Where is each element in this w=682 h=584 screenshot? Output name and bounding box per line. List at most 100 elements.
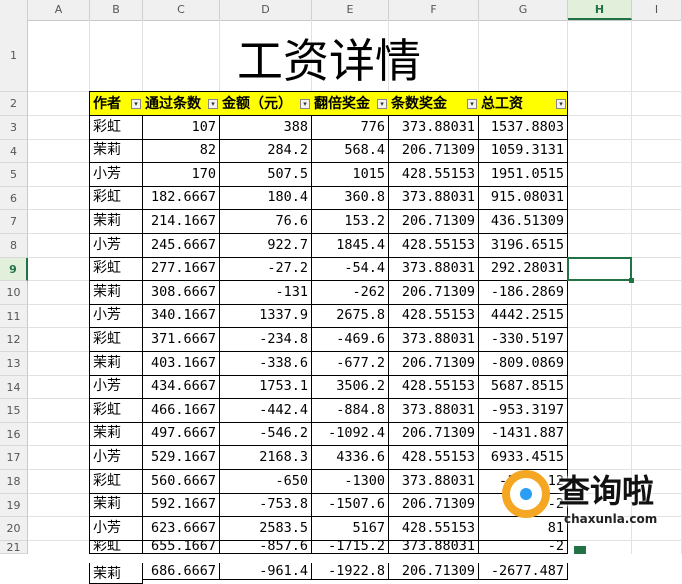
table-cell[interactable]: 170 — [142, 162, 220, 187]
table-cell[interactable]: 428.55153 — [388, 375, 479, 399]
table-cell[interactable]: -330.5197 — [478, 327, 568, 352]
table-cell[interactable]: 373.88031 — [388, 186, 479, 210]
table-cell[interactable]: -131 — [219, 280, 312, 305]
row-header-10[interactable]: 10 — [0, 281, 28, 305]
row-header-12[interactable]: 12 — [0, 328, 28, 352]
table-cell[interactable]: -953.3197 — [478, 398, 568, 423]
table-cell[interactable]: 388 — [219, 115, 312, 140]
table-cell[interactable]: 茉莉 — [89, 280, 143, 305]
table-cell[interactable]: 277.1667 — [142, 257, 220, 281]
table-cell[interactable]: 彩虹 — [89, 398, 143, 423]
row-header-19[interactable]: 19 — [0, 494, 28, 517]
table-cell[interactable]: -1507.6 — [311, 493, 389, 517]
table-cell[interactable]: -753.8 — [219, 493, 312, 517]
table-cell[interactable]: 182.6667 — [142, 186, 220, 210]
row-header-3[interactable]: 3 — [0, 116, 28, 140]
table-cell[interactable]: 茉莉 — [89, 563, 143, 584]
column-header-A[interactable]: A — [28, 0, 90, 20]
table-cell[interactable]: 568.4 — [311, 139, 389, 163]
table-cell[interactable]: 彩虹 — [89, 115, 143, 140]
row-header-13[interactable]: 13 — [0, 352, 28, 376]
table-cell[interactable]: 5167 — [311, 516, 389, 541]
row-header-20[interactable]: 20 — [0, 517, 28, 541]
column-title-cell[interactable]: 作者 ▾ — [89, 91, 143, 116]
table-cell[interactable]: 686.6667 — [142, 563, 220, 580]
table-cell[interactable]: 彩虹 — [89, 540, 143, 554]
column-header-I[interactable]: I — [632, 0, 682, 20]
table-cell[interactable]: 茉莉 — [89, 209, 143, 234]
table-cell[interactable]: 206.71309 — [388, 351, 479, 376]
row-header-2[interactable]: 2 — [0, 92, 28, 116]
table-cell[interactable]: 153.2 — [311, 209, 389, 234]
table-cell[interactable]: 1845.4 — [311, 233, 389, 258]
table-cell[interactable]: 308.6667 — [142, 280, 220, 305]
table-cell[interactable]: 373.88031 — [388, 327, 479, 352]
table-cell[interactable]: -884.8 — [311, 398, 389, 423]
table-cell[interactable]: 284.2 — [219, 139, 312, 163]
row-header-17[interactable]: 17 — [0, 446, 28, 470]
filter-dropdown-icon[interactable]: ▾ — [556, 99, 566, 109]
table-cell[interactable]: 403.1667 — [142, 351, 220, 376]
column-title-cell[interactable]: 条数奖金 ▾ — [388, 91, 479, 116]
filter-dropdown-icon[interactable]: ▾ — [377, 99, 387, 109]
column-header-E[interactable]: E — [312, 0, 389, 20]
table-cell[interactable]: 茉莉 — [89, 351, 143, 376]
column-header-B[interactable]: B — [90, 0, 143, 20]
filter-dropdown-icon[interactable]: ▾ — [300, 99, 310, 109]
table-cell[interactable]: -234.8 — [219, 327, 312, 352]
table-cell[interactable]: 1337.9 — [219, 304, 312, 328]
table-cell[interactable]: -677.2 — [311, 351, 389, 376]
table-cell[interactable]: 466.1667 — [142, 398, 220, 423]
table-cell[interactable]: 373.88031 — [388, 398, 479, 423]
table-cell[interactable]: 茉莉 — [89, 422, 143, 446]
table-cell[interactable]: 76.6 — [219, 209, 312, 234]
table-cell[interactable]: 655.1667 — [142, 540, 220, 554]
table-cell[interactable]: 1015 — [311, 162, 389, 187]
table-cell[interactable]: 206.71309 — [388, 280, 479, 305]
table-cell[interactable]: 373.88031 — [388, 540, 479, 554]
table-cell[interactable]: 214.1667 — [142, 209, 220, 234]
row-header-21[interactable]: 21 — [0, 541, 28, 554]
table-cell[interactable]: 彩虹 — [89, 186, 143, 210]
table-cell[interactable]: 592.1667 — [142, 493, 220, 517]
table-cell[interactable]: 206.71309 — [388, 422, 479, 446]
table-cell[interactable]: 373.88031 — [388, 469, 479, 494]
table-cell[interactable]: 776 — [311, 115, 389, 140]
table-cell[interactable]: -961.4 — [219, 563, 312, 580]
table-cell[interactable]: 560.6667 — [142, 469, 220, 494]
table-cell[interactable]: -469.6 — [311, 327, 389, 352]
column-header-C[interactable]: C — [143, 0, 220, 20]
table-cell[interactable]: 1059.3131 — [478, 139, 568, 163]
table-cell[interactable]: 5687.8515 — [478, 375, 568, 399]
table-cell[interactable]: -1431.887 — [478, 422, 568, 446]
table-cell[interactable]: -809.0869 — [478, 351, 568, 376]
table-cell[interactable]: 915.08031 — [478, 186, 568, 210]
quick-analysis-icon[interactable] — [574, 546, 586, 554]
table-cell[interactable]: 小芳 — [89, 233, 143, 258]
table-cell[interactable]: 82 — [142, 139, 220, 163]
table-cell[interactable]: 340.1667 — [142, 304, 220, 328]
table-cell[interactable]: 彩虹 — [89, 327, 143, 352]
table-cell[interactable]: 小芳 — [89, 375, 143, 399]
table-cell[interactable]: -650 — [219, 469, 312, 494]
row-header-8[interactable]: 8 — [0, 234, 28, 258]
table-cell[interactable]: 小芳 — [89, 445, 143, 470]
table-cell[interactable]: 507.5 — [219, 162, 312, 187]
table-cell[interactable]: 3196.6515 — [478, 233, 568, 258]
table-cell[interactable]: -442.4 — [219, 398, 312, 423]
column-title-cell[interactable]: 金额（元） ▾ — [219, 91, 312, 116]
table-cell[interactable]: 206.71309 — [388, 563, 479, 580]
table-cell[interactable]: 小芳 — [89, 162, 143, 187]
table-cell[interactable]: -186.2869 — [478, 280, 568, 305]
table-cell[interactable]: 彩虹 — [89, 469, 143, 494]
column-title-cell[interactable]: 总工资 ▾ — [478, 91, 568, 116]
table-cell[interactable]: 428.55153 — [388, 516, 479, 541]
filter-dropdown-icon[interactable]: ▾ — [467, 99, 477, 109]
table-cell[interactable]: -262 — [311, 280, 389, 305]
select-all-corner[interactable] — [0, 0, 28, 20]
table-cell[interactable]: 茉莉 — [89, 493, 143, 517]
table-cell[interactable]: 2583.5 — [219, 516, 312, 541]
table-cell[interactable]: 2675.8 — [311, 304, 389, 328]
table-cell[interactable]: 1951.0515 — [478, 162, 568, 187]
table-cell[interactable]: -1922.8 — [311, 563, 389, 580]
